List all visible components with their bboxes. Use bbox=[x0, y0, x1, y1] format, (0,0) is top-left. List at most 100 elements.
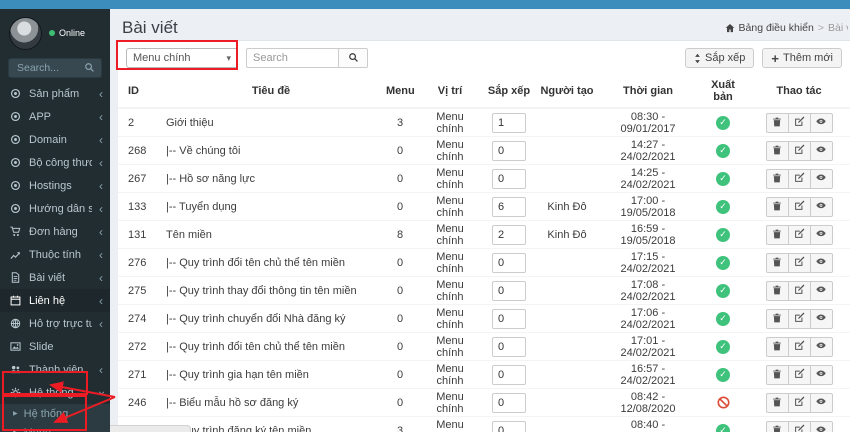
sidebar-item-system[interactable]: Hệ thống ‹ bbox=[0, 381, 110, 404]
view-button[interactable] bbox=[809, 224, 833, 245]
sort-input[interactable] bbox=[492, 252, 526, 273]
cell-creator: Kinh Đô bbox=[536, 192, 598, 221]
sort-input[interactable] bbox=[492, 364, 526, 385]
sidebar-item-trade[interactable]: Bộ công thương ‹ bbox=[0, 151, 110, 174]
sidebar-item-contact[interactable]: Liên hệ ‹ bbox=[0, 289, 110, 312]
table-search-input[interactable] bbox=[246, 48, 338, 68]
edit-button[interactable] bbox=[787, 224, 811, 245]
sort-input[interactable] bbox=[492, 336, 526, 357]
view-button[interactable] bbox=[809, 364, 833, 385]
edit-button[interactable] bbox=[787, 112, 811, 133]
cart-icon bbox=[9, 226, 22, 237]
delete-button[interactable] bbox=[765, 364, 789, 385]
sort-input[interactable] bbox=[492, 420, 526, 432]
menu-filter-select[interactable]: Menu chính ▾ bbox=[126, 48, 238, 68]
add-new-button[interactable]: + Thêm mới bbox=[762, 48, 842, 68]
column-header: Xuất bản bbox=[698, 75, 748, 109]
sort-input[interactable] bbox=[492, 196, 526, 217]
sort-button[interactable]: Sắp xếp bbox=[685, 48, 755, 68]
delete-button[interactable] bbox=[765, 140, 789, 161]
check-circle-icon: ✓ bbox=[716, 423, 730, 432]
cell-published: ✓ bbox=[698, 360, 748, 389]
sidebar-search-input[interactable] bbox=[9, 62, 77, 74]
edit-button[interactable] bbox=[787, 392, 811, 413]
check-circle-icon: ✓ bbox=[716, 115, 730, 130]
sidebar-search-button[interactable] bbox=[77, 59, 101, 77]
cell-position: Menu chính bbox=[418, 388, 482, 417]
delete-button[interactable] bbox=[765, 420, 789, 432]
sort-input[interactable] bbox=[492, 140, 526, 161]
cell-position: Menu chính bbox=[418, 332, 482, 361]
sort-input[interactable] bbox=[492, 168, 526, 189]
edit-button[interactable] bbox=[787, 364, 811, 385]
cell-position: Menu chính bbox=[418, 220, 482, 249]
view-button[interactable] bbox=[809, 392, 833, 413]
sidebar-item-products[interactable]: Sản phẩm ‹ bbox=[0, 82, 110, 105]
sidebar-item-orders[interactable]: Đơn hàng ‹ bbox=[0, 220, 110, 243]
cell-position: Menu chính bbox=[418, 416, 482, 432]
sidebar-item-label: Hostings bbox=[29, 179, 72, 192]
eye-icon bbox=[815, 115, 827, 130]
delete-button[interactable] bbox=[765, 336, 789, 357]
ban-icon bbox=[716, 396, 730, 409]
sidebar-item-members[interactable]: Thành viên ‹ bbox=[0, 358, 110, 381]
sort-input[interactable] bbox=[492, 392, 526, 413]
sidebar-item-guide[interactable]: Hướng dẫn sử dụng ‹ bbox=[0, 197, 110, 220]
sidebar-item-label: Bài viết bbox=[29, 271, 66, 284]
sort-input[interactable] bbox=[492, 280, 526, 301]
sidebar-subitem-system[interactable]: ▶ Hệ thống bbox=[0, 404, 110, 423]
cell-actions bbox=[748, 164, 850, 193]
breadcrumb-home-link[interactable]: Bảng điều khiển bbox=[739, 22, 814, 34]
sidebar-item-hostings[interactable]: Hostings ‹ bbox=[0, 174, 110, 197]
table-search-button[interactable] bbox=[338, 48, 368, 68]
filter-bar: Menu chính ▾ Sắp xếp + Thêm mới bbox=[118, 41, 850, 75]
delete-button[interactable] bbox=[765, 308, 789, 329]
sidebar-item-slide[interactable]: Slide bbox=[0, 335, 110, 358]
menu-filter-value: Menu chính bbox=[133, 52, 191, 64]
view-button[interactable] bbox=[809, 112, 833, 133]
edit-button[interactable] bbox=[787, 308, 811, 329]
cell-menu: 0 bbox=[382, 164, 418, 193]
cell-id: 271 bbox=[118, 360, 160, 389]
sidebar-item-articles[interactable]: Bài viết ‹ bbox=[0, 266, 110, 289]
view-button[interactable] bbox=[809, 252, 833, 273]
delete-button[interactable] bbox=[765, 196, 789, 217]
cell-menu: 0 bbox=[382, 136, 418, 165]
delete-button[interactable] bbox=[765, 168, 789, 189]
view-button[interactable] bbox=[809, 140, 833, 161]
edit-button[interactable] bbox=[787, 252, 811, 273]
view-button[interactable] bbox=[809, 420, 833, 432]
edit-button[interactable] bbox=[787, 336, 811, 357]
edit-button[interactable] bbox=[787, 420, 811, 432]
delete-button[interactable] bbox=[765, 112, 789, 133]
sidebar-subitem-menu[interactable]: ▶Menu bbox=[0, 423, 110, 432]
delete-button[interactable] bbox=[765, 280, 789, 301]
sort-input[interactable] bbox=[492, 308, 526, 329]
view-button[interactable] bbox=[809, 336, 833, 357]
edit-button[interactable] bbox=[787, 196, 811, 217]
sidebar-item-app[interactable]: APP ‹ bbox=[0, 105, 110, 128]
view-button[interactable] bbox=[809, 308, 833, 329]
table-row: 268|-- Về chúng tôi0Menu chính 14:27 - 24… bbox=[118, 136, 850, 165]
sidebar-item-domain[interactable]: Domain ‹ bbox=[0, 128, 110, 151]
check-circle-icon: ✓ bbox=[716, 367, 730, 382]
sidebar-item-label: APP bbox=[29, 110, 52, 123]
cell-time: 17:00 - 19/05/2018 bbox=[598, 192, 698, 221]
chevron-down-icon: ▾ bbox=[226, 52, 231, 63]
edit-button[interactable] bbox=[787, 280, 811, 301]
view-button[interactable] bbox=[809, 168, 833, 189]
view-button[interactable] bbox=[809, 280, 833, 301]
sidebar-item-support[interactable]: Hỗ trợ trực tuyến ‹ bbox=[0, 312, 110, 335]
delete-button[interactable] bbox=[765, 252, 789, 273]
edit-icon bbox=[794, 367, 805, 382]
sort-input[interactable] bbox=[492, 224, 526, 245]
delete-button[interactable] bbox=[765, 224, 789, 245]
view-button[interactable] bbox=[809, 196, 833, 217]
cell-published: ✓ bbox=[698, 276, 748, 305]
sidebar-item-attributes[interactable]: Thuộc tính ‹ bbox=[0, 243, 110, 266]
edit-button[interactable] bbox=[787, 140, 811, 161]
edit-button[interactable] bbox=[787, 168, 811, 189]
delete-button[interactable] bbox=[765, 392, 789, 413]
sort-input[interactable] bbox=[492, 112, 526, 133]
cell-published: ✓ bbox=[698, 248, 748, 277]
